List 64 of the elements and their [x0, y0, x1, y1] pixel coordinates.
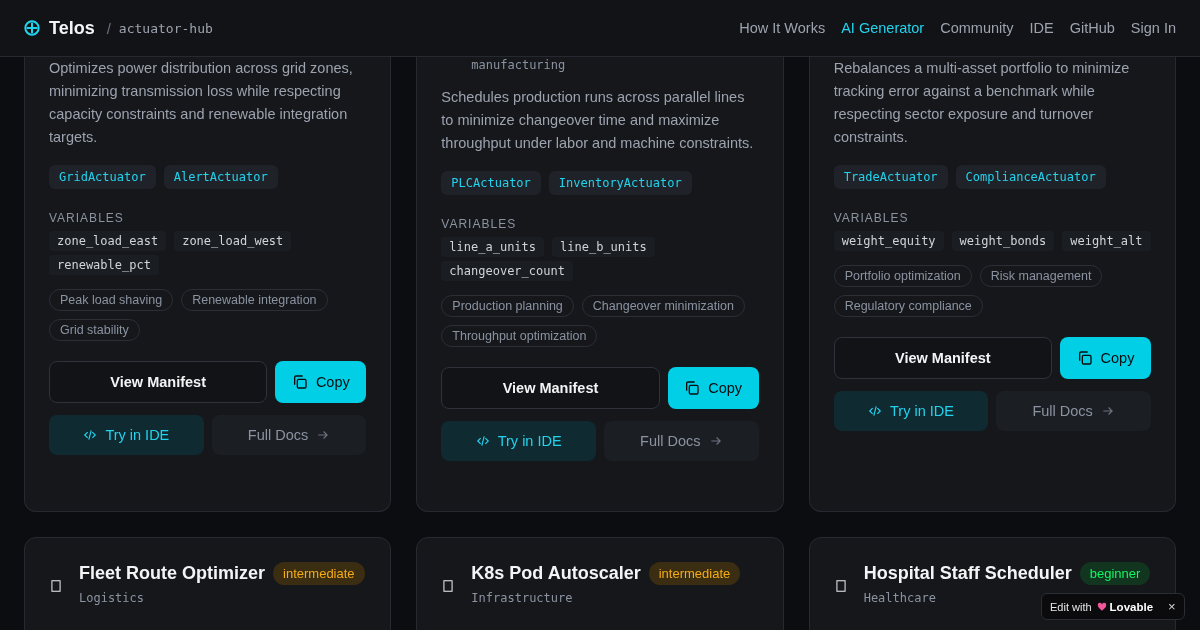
- card-title: K8s Pod Autoscaler: [471, 563, 641, 584]
- variable-tag: weight_equity: [833, 231, 944, 251]
- actuator-tag: TradeActuator: [833, 165, 948, 189]
- full-docs-button[interactable]: Full Docs: [996, 391, 1151, 431]
- variable-tag: line_b_units: [552, 237, 655, 257]
- section-label: VARIABLES: [833, 211, 910, 225]
- view-manifest-button[interactable]: View Manifest: [49, 361, 268, 403]
- variable-tag: renewable_pct: [49, 255, 159, 275]
- actuator-tag: InventoryActuator: [548, 171, 692, 195]
- card-title: Hospital Staff Scheduler: [863, 563, 1072, 584]
- actuator-tag: PLCActuator: [441, 171, 541, 195]
- actuator-tag: ComplianceActuator: [955, 165, 1106, 189]
- copy-button[interactable]: Copy: [1060, 337, 1151, 379]
- edit-with-badge[interactable]: Edit with Lovable ×: [1041, 593, 1185, 620]
- category-label: Logistics: [79, 591, 146, 605]
- level-badge: beginner: [1079, 562, 1151, 585]
- category-label: Infrastructure: [471, 591, 574, 605]
- copy-icon: [684, 380, 701, 396]
- level-badge: intermediate: [648, 562, 741, 585]
- section-label: VARIABLES: [441, 217, 518, 231]
- card-title: Fleet Route Optimizer: [79, 563, 266, 584]
- globe-icon: [24, 20, 40, 36]
- try-in-ide-button[interactable]: Try in IDE: [49, 415, 204, 455]
- category-label: manufacturing: [471, 58, 567, 72]
- nav-link[interactable]: How It Works: [739, 20, 826, 36]
- full-docs-button[interactable]: Full Docs: [211, 415, 367, 455]
- actuator-tag: GridActuator: [49, 165, 156, 189]
- copy-icon: [291, 374, 308, 390]
- variable-tag: changeover_count: [441, 261, 573, 281]
- view-manifest-button[interactable]: View Manifest: [833, 337, 1052, 379]
- variable-tag: weight_alt: [1062, 231, 1151, 251]
- brand-name[interactable]: Telos: [49, 17, 95, 39]
- section-label: VARIABLES: [49, 211, 125, 225]
- variable-tag: line_a_units: [441, 237, 545, 257]
- view-manifest-button[interactable]: View Manifest: [441, 367, 660, 409]
- variable-tag: zone_load_west: [174, 231, 292, 251]
- category-label: Healthcare: [863, 591, 937, 605]
- description: Schedules production runs across parallel lines to minimize changeover time and maximize throughput under labor and machine constraints.: [441, 88, 755, 153]
- copy-button[interactable]: Copy: [275, 361, 367, 403]
- brand-logo-text: Lovable: [1109, 600, 1154, 613]
- code-icon: [868, 404, 883, 418]
- nav-link[interactable]: AI Generator: [841, 20, 925, 36]
- full-docs-button[interactable]: Full Docs: [604, 421, 759, 461]
- nav-link[interactable]: GitHub: [1069, 20, 1115, 36]
- description: Rebalances a multi-asset portfolio to minimize tracking error against a benchmark while respecting sector exposure and turnover constraints.: [833, 59, 1131, 147]
- repo-path[interactable]: actuator-hub: [118, 20, 213, 36]
- heart-icon: [1096, 601, 1107, 612]
- try-in-ide-button[interactable]: Try in IDE: [441, 421, 596, 461]
- copy-icon: [1076, 350, 1093, 366]
- try-in-ide-button[interactable]: Try in IDE: [833, 391, 989, 431]
- nav-link[interactable]: Sign In: [1130, 20, 1176, 36]
- code-icon: [475, 434, 490, 448]
- badge-label: Edit with: [1050, 600, 1092, 613]
- path-separator: /: [106, 19, 111, 37]
- copy-button[interactable]: Copy: [667, 367, 759, 409]
- actuator-tag: AlertActuator: [163, 165, 278, 189]
- variable-tag: weight_bonds: [951, 231, 1055, 251]
- description: Optimizes power distribution across grid zones, minimizing transmission loss while respecting capacity constraints and renewable integration targets.: [49, 59, 354, 147]
- code-icon: [83, 428, 98, 442]
- variable-tag: zone_load_east: [49, 231, 167, 251]
- level-badge: intermediate: [273, 562, 365, 585]
- close-button[interactable]: ×: [1158, 599, 1176, 614]
- nav-link[interactable]: Community: [940, 20, 1014, 36]
- nav-link[interactable]: IDE: [1029, 20, 1054, 36]
